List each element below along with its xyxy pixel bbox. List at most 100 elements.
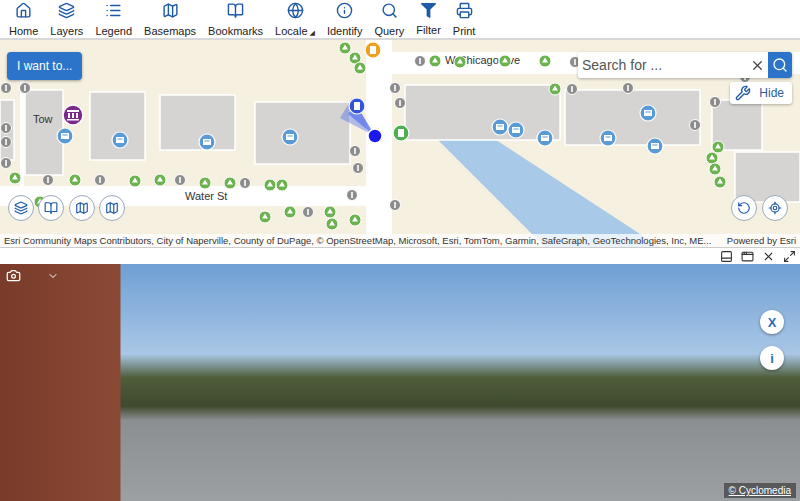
toolbar-button[interactable]: Locale◢ [269,0,321,38]
toolbar-button[interactable]: Home [3,0,44,38]
toolbar-button[interactable]: Identify [321,0,368,38]
close-icon[interactable] [762,250,775,263]
toolbar-button[interactable]: Layers [44,0,89,38]
building-icon[interactable] [508,122,524,138]
building-icon[interactable] [199,134,215,150]
tree-icon[interactable] [259,211,271,223]
search-button[interactable] [768,52,792,78]
tree-icon[interactable] [714,176,726,188]
dropdown-icon [47,270,59,282]
tree-icon[interactable] [429,55,441,67]
landmark-icon[interactable] [63,105,83,125]
tree-icon[interactable] [709,163,721,175]
tree-icon[interactable] [539,55,551,67]
light-pole-icon[interactable] [1,83,12,94]
light-pole-icon[interactable] [43,175,54,186]
tree-icon[interactable] [129,175,141,187]
light-pole-icon[interactable] [690,120,701,131]
i-want-to-button[interactable]: I want to... [7,52,82,80]
location-marker-icon [340,98,382,143]
layers-button[interactable] [8,195,34,221]
building-icon[interactable] [57,128,73,144]
document-icon[interactable] [393,125,409,141]
light-pole-icon[interactable] [353,163,364,174]
tree-icon[interactable] [154,174,166,186]
light-pole-icon[interactable] [350,146,361,157]
view-tool[interactable] [6,268,59,283]
building-icon[interactable] [112,132,128,148]
toolbar-button[interactable]: Query [368,0,410,38]
expand-icon[interactable] [783,250,796,263]
tree-icon[interactable] [324,206,336,218]
powered-by[interactable]: Powered by Esri [727,235,796,246]
tree-icon[interactable] [224,177,236,189]
hide-button[interactable]: Hide [730,82,792,104]
light-pole-icon[interactable] [175,175,186,186]
building [255,102,350,164]
building-icon[interactable] [600,130,616,146]
toolbar-button[interactable]: Basemaps [138,0,202,38]
light-pole-icon[interactable] [20,83,31,94]
bookmarks-button[interactable] [38,195,64,221]
attribution-text: Esri Community Maps Contributors, City o… [4,235,711,246]
light-pole-icon[interactable] [623,83,634,94]
building-icon[interactable] [282,129,298,145]
building-icon[interactable] [492,119,508,135]
light-pole-icon[interactable] [1,137,12,148]
toolbar-button[interactable]: Filter [410,0,446,38]
tree-icon[interactable] [326,218,338,230]
light-pole-icon[interactable] [95,175,106,186]
tree-icon[interactable] [354,62,366,74]
image-credit[interactable]: © Cyclomedia [724,483,796,498]
basemap-button[interactable] [69,195,95,221]
toolbar-button[interactable]: Legend [89,0,138,38]
tree-icon[interactable] [499,55,511,67]
tree-icon[interactable] [339,42,351,54]
tree-icon[interactable] [706,152,718,164]
toolbar-button[interactable]: Bookmarks [202,0,269,38]
map[interactable]: W Chicago AveWater StTowI want to...Hide… [0,40,800,247]
map-icon [105,201,119,215]
globe-icon [287,2,304,23]
tree-icon[interactable] [9,172,21,184]
clear-button[interactable] [746,52,768,78]
tree-icon[interactable] [454,56,466,68]
tree-icon[interactable] [199,177,211,189]
document-icon[interactable] [365,42,381,58]
window-icon[interactable] [741,250,754,263]
locate-button[interactable] [762,195,788,221]
light-pole-icon[interactable] [567,84,578,95]
toolbar-label: Query [374,25,404,37]
light-pole-icon[interactable] [1,158,12,169]
building-icon[interactable] [537,130,553,146]
toolbar-button[interactable]: Print [447,0,482,38]
basemap-toggle-button[interactable] [99,195,125,221]
rotate-button[interactable] [731,195,757,221]
legend-icon [105,2,122,23]
street-view-image[interactable]: Xi © Cyclomedia [0,264,800,501]
light-pole-icon[interactable] [390,200,401,211]
light-pole-icon[interactable] [415,56,426,67]
tree-icon[interactable] [264,179,276,191]
building-icon[interactable] [647,138,663,154]
light-pole-icon[interactable] [240,178,251,189]
tree-icon[interactable] [349,214,361,226]
tree-icon[interactable] [276,179,288,191]
close-view-button[interactable]: X [760,310,784,334]
light-pole-icon[interactable] [390,83,401,94]
tree-icon[interactable] [69,174,81,186]
tree-icon[interactable] [712,141,724,153]
building-icon[interactable] [640,105,656,121]
search-input[interactable] [578,52,746,78]
light-pole-icon[interactable] [303,207,314,218]
light-pole-icon[interactable] [1,123,12,134]
road [366,40,392,247]
light-pole-icon[interactable] [347,190,358,201]
tree-icon[interactable] [284,206,296,218]
light-pole-icon[interactable] [710,97,721,108]
toolbar-label: Locale◢ [275,25,315,37]
tree-icon[interactable] [549,83,561,95]
dock-bottom-icon[interactable] [720,250,733,263]
light-pole-icon[interactable] [395,98,406,109]
info-button[interactable]: i [760,346,784,370]
